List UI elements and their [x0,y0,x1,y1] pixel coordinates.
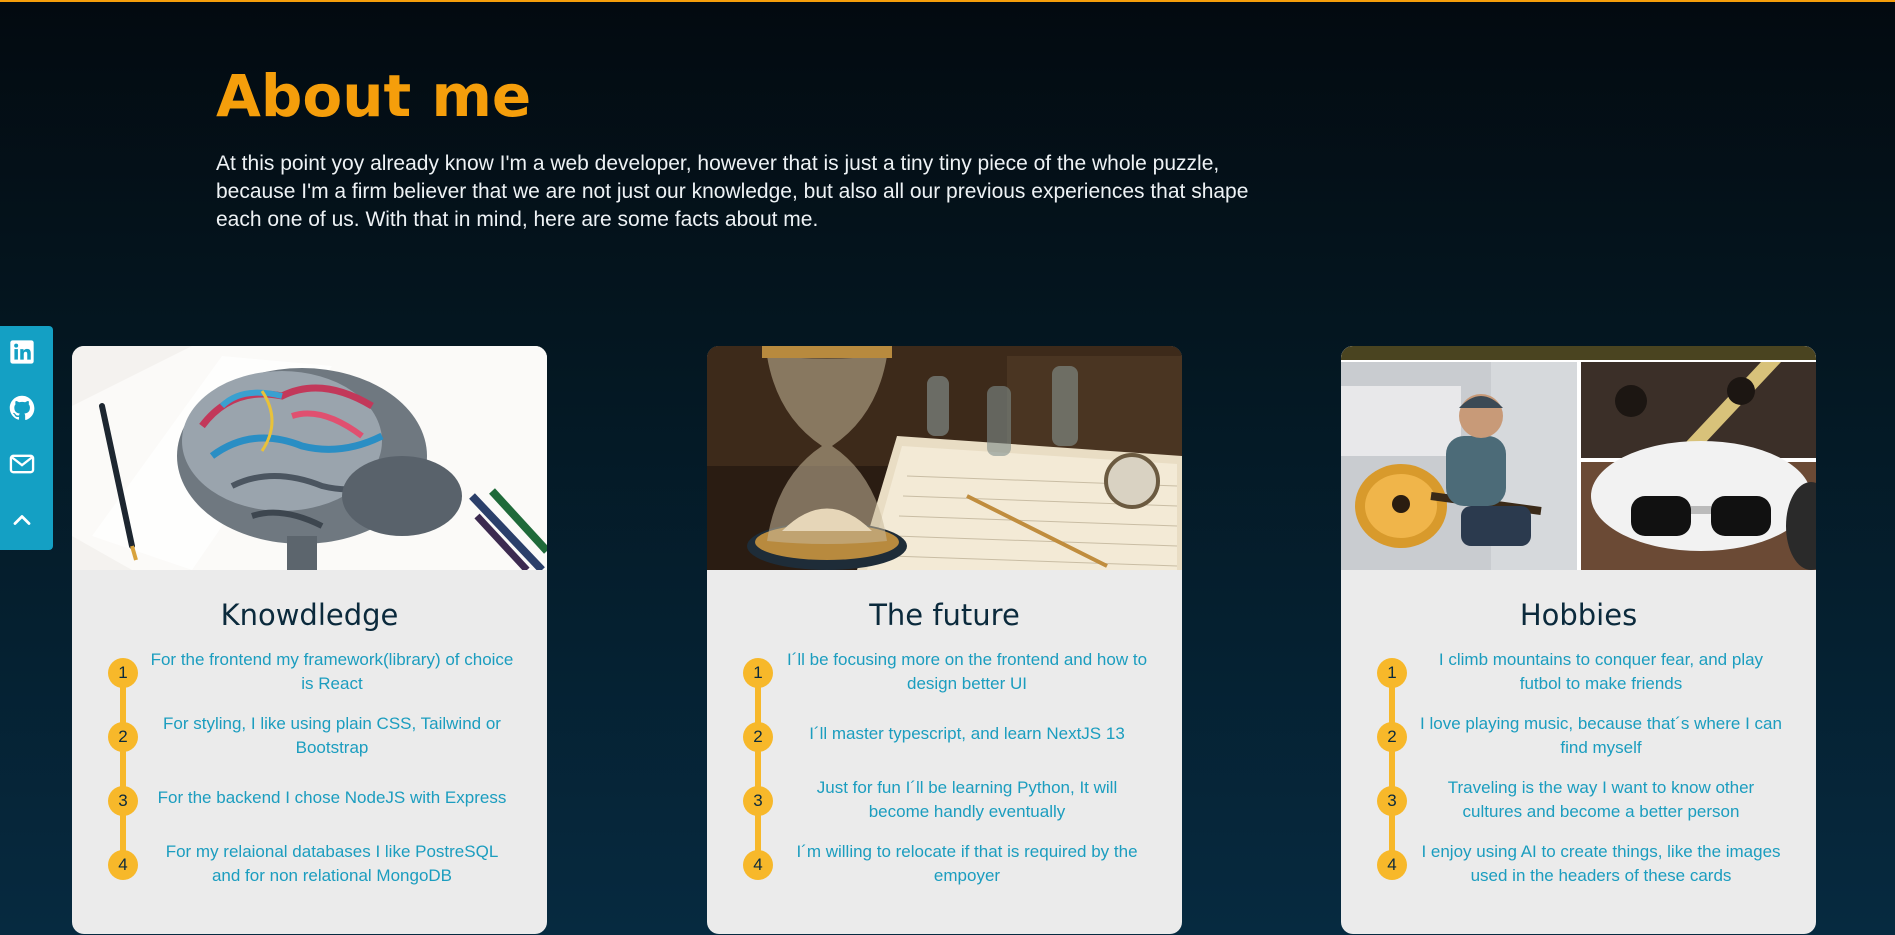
brain-illustration [72,346,547,570]
timeline-text: For the frontend my framework(library) o… [150,650,514,693]
timeline-number: 3 [743,786,773,816]
card-title: Hobbies [1519,598,1638,632]
timeline-number: 4 [1377,850,1407,880]
linkedin-icon [10,340,34,364]
timeline-text: I love playing music, because that´s whe… [1420,714,1782,757]
hourglass-illustration [707,346,1182,570]
timeline-text: For styling, I like using plain CSS, Tai… [163,714,501,757]
intro-paragraph: At this point yoy already know I'm a web… [216,152,1249,231]
timeline-text: I´ll master typescript, and learn NextJS… [809,724,1125,743]
timeline-number: 2 [1377,722,1407,752]
timeline-item: 2 For styling, I like using plain CSS, T… [72,714,547,786]
hobbies-collage [1341,346,1816,570]
timeline-text: For the backend I chose NodeJS with Expr… [157,788,507,807]
timeline-number: 1 [1377,658,1407,688]
timeline-text: Traveling is the way I want to know othe… [1447,778,1755,821]
github-link[interactable] [6,392,38,424]
top-accent-line [0,0,1895,2]
page-title: About me [216,62,532,130]
timeline-text: Just for fun I´ll be learning Python, It… [816,778,1118,821]
scroll-top-button[interactable] [6,504,38,536]
card-title: The future [869,598,1020,632]
timeline-item: 4 I enjoy using AI to create things, lik… [1341,842,1816,914]
card-future: The future 1 I´ll be focusing more on th… [707,346,1182,934]
card-image-hourglass [707,346,1182,570]
github-icon [9,395,35,421]
timeline-number: 4 [743,850,773,880]
timeline-item: 4 I´m willing to relocate if that is req… [707,842,1182,914]
timeline-text: I´ll be focusing more on the frontend an… [786,650,1148,693]
timeline: 1 I climb mountains to conquer fear, and… [1341,650,1816,898]
timeline-number: 1 [743,658,773,688]
mail-icon [9,454,35,474]
timeline-number: 3 [108,786,138,816]
timeline-text: I´m willing to relocate if that is requi… [796,842,1138,885]
timeline: 1 For the frontend my framework(library)… [72,650,547,898]
linkedin-link[interactable] [6,336,38,368]
card-image-hobbies [1341,346,1816,570]
timeline-number: 4 [108,850,138,880]
timeline: 1 I´ll be focusing more on the frontend … [707,650,1182,898]
mail-link[interactable] [6,448,38,480]
chevron-up-icon [13,515,31,525]
timeline-number: 2 [108,722,138,752]
timeline-text: For my relaional databases I like Postre… [165,842,499,885]
timeline-number: 3 [1377,786,1407,816]
card-knowledge: Knowdledge 1 For the frontend my framewo… [72,346,547,934]
social-sidebar [0,326,53,550]
timeline-number: 1 [108,658,138,688]
card-hobbies: Hobbies 1 I climb mountains to conquer f… [1341,346,1816,934]
timeline-text: I climb mountains to conquer fear, and p… [1438,650,1764,693]
timeline-item: 4 For my relaional databases I like Post… [72,842,547,914]
card-image-brain [72,346,547,570]
timeline-text: I enjoy using AI to create things, like … [1421,842,1781,885]
card-title: Knowdledge [220,598,399,632]
timeline-number: 2 [743,722,773,752]
timeline-item: 1 I´ll be focusing more on the frontend … [707,650,1182,722]
